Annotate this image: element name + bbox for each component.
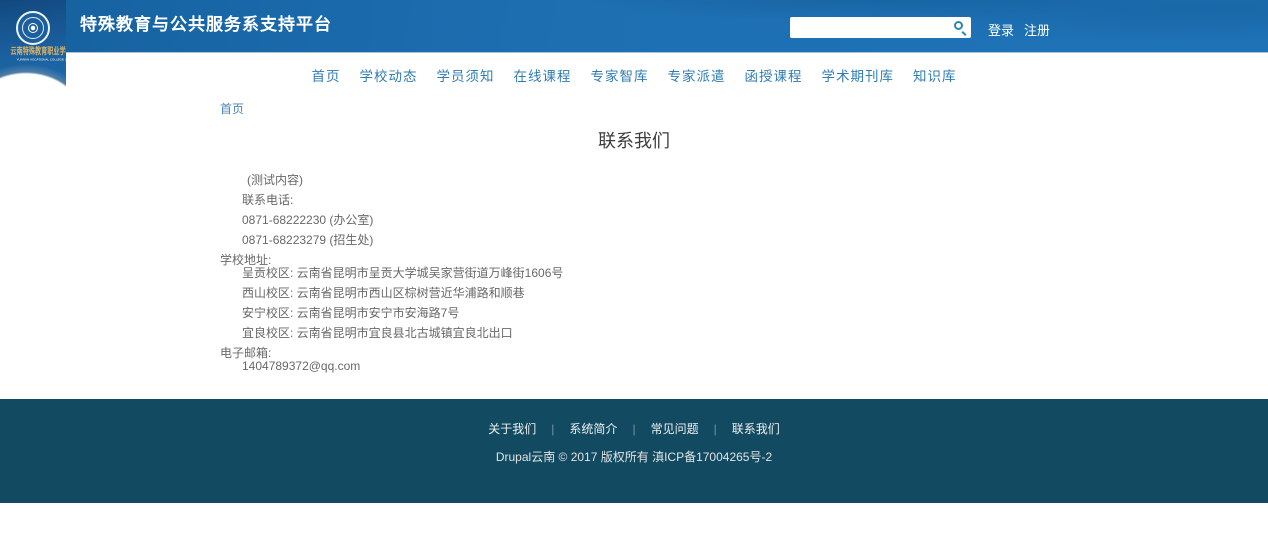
article-line: 1404789372@qq.com bbox=[220, 360, 980, 373]
search-input[interactable] bbox=[790, 17, 971, 38]
nav-item-2[interactable]: 学校动态 bbox=[360, 65, 418, 85]
article-line: 联系电话: bbox=[220, 194, 980, 207]
copyright-text: Drupal云南 © 2017 版权所有 滇ICP备17004265号-2 bbox=[0, 450, 1268, 464]
article-line: (测试内容) bbox=[220, 174, 980, 187]
header-band: 特殊教育与公共服务系支持平台 登录 注册 bbox=[0, 0, 1268, 53]
site-title[interactable]: 特殊教育与公共服务系支持平台 bbox=[80, 0, 332, 53]
footer-link-2[interactable]: 系统简介 bbox=[569, 422, 617, 436]
footer-divider: | bbox=[714, 422, 717, 436]
article-line: 安宁校区: 云南省昆明市安宁市安海路7号 bbox=[220, 307, 980, 320]
nav-item-9[interactable]: 知识库 bbox=[913, 65, 957, 85]
nav-item-5[interactable]: 专家智库 bbox=[591, 65, 649, 85]
nav-item-7[interactable]: 函授课程 bbox=[745, 65, 803, 85]
article-line: 呈贡校区: 云南省昆明市呈贡大学城吴家营街道万峰街1606号 bbox=[220, 267, 980, 280]
footer: 关于我们 | 系统简介 | 常见问题 | 联系我们 Drupal云南 © 2017 版权所有… bbox=[0, 399, 1268, 503]
article-line: 宜良校区: 云南省昆明市宜良县北古城镇宜良北出口 bbox=[220, 327, 980, 340]
nav-item-3[interactable]: 学员须知 bbox=[437, 65, 495, 85]
login-link[interactable]: 登录 bbox=[988, 20, 1014, 39]
breadcrumb-home-link[interactable]: 首页 bbox=[220, 102, 244, 116]
search-button[interactable] bbox=[952, 20, 968, 36]
nav-item-4[interactable]: 在线课程 bbox=[514, 65, 572, 85]
nav-item-8[interactable]: 学术期刊库 bbox=[822, 65, 895, 85]
footer-divider: | bbox=[632, 422, 635, 436]
article-line: 西山校区: 云南省昆明市西山区棕树营近华浦路和顺巷 bbox=[220, 287, 980, 300]
article-body: (测试内容) 联系电话: 0871-68222230 (办公室) 0871-68223… bbox=[220, 174, 980, 373]
footer-divider: | bbox=[551, 422, 554, 436]
register-link[interactable]: 注册 bbox=[1024, 20, 1050, 39]
nav-menu: 首页学校动态学员须知在线课程专家智库专家派遣函授课程学术期刊库知识库 bbox=[0, 54, 1268, 95]
footer-link-4[interactable]: 联系我们 bbox=[732, 422, 780, 436]
footer-link-3[interactable]: 常见问题 bbox=[651, 422, 699, 436]
nav-item-1[interactable]: 首页 bbox=[312, 65, 341, 85]
article-line: 0871-68223279 (招生处) bbox=[220, 234, 980, 247]
search-box bbox=[790, 17, 971, 38]
page-title: 联系我们 bbox=[0, 127, 1268, 153]
search-icon bbox=[954, 21, 963, 30]
page: 特殊教育与公共服务系支持平台 登录 注册 云南特殊教育职业学院 YUNNAN V… bbox=[0, 0, 1268, 545]
nav-item-6[interactable]: 专家派遣 bbox=[668, 65, 726, 85]
logo-curve-decoration bbox=[0, 0, 66, 90]
college-logo[interactable]: 云南特殊教育职业学院 YUNNAN VOCATIONAL COLLEGE OF … bbox=[0, 0, 66, 90]
breadcrumb: 首页 bbox=[220, 100, 244, 117]
footer-links: 关于我们 | 系统简介 | 常见问题 | 联系我们 bbox=[0, 422, 1268, 436]
search-icon-handle bbox=[962, 31, 967, 36]
footer-link-1[interactable]: 关于我们 bbox=[488, 422, 536, 436]
article-line: 0871-68222230 (办公室) bbox=[220, 214, 980, 227]
